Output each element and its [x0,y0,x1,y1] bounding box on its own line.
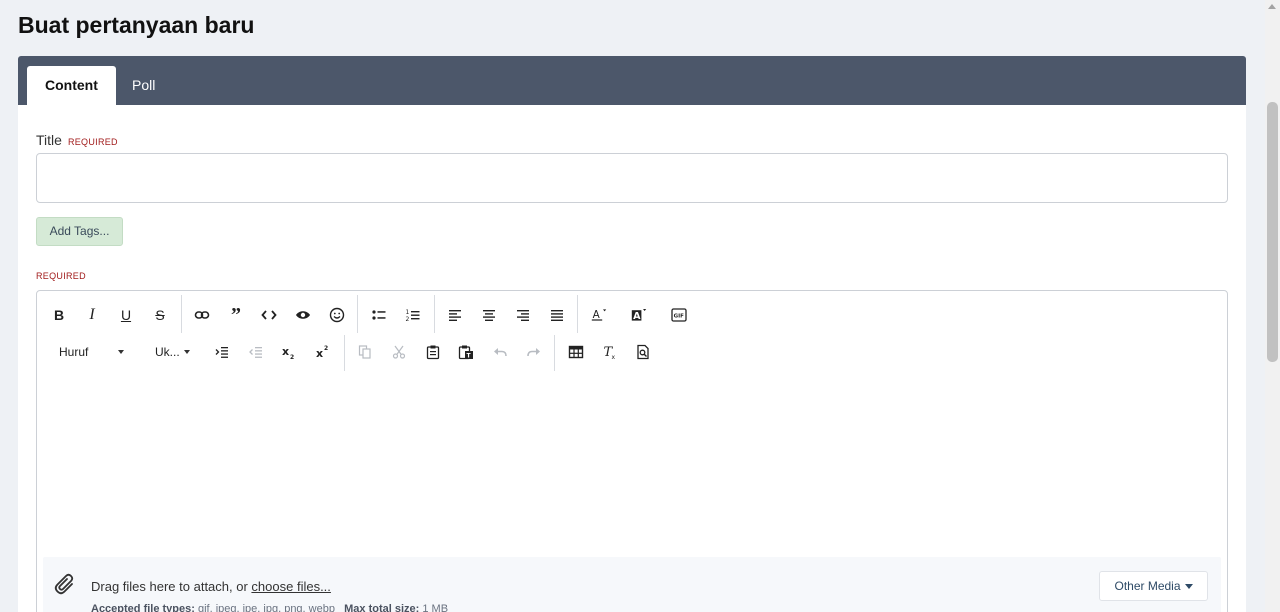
cut-icon[interactable] [386,339,412,365]
outdent-icon[interactable] [243,339,269,365]
attachment-dropzone[interactable]: Drag files here to attach, or choose fil… [43,557,1221,612]
toolbar-separator [181,295,182,333]
toolbar-separator [434,295,435,333]
font-family-label: Huruf [59,345,89,359]
toolbar-separator [344,335,345,371]
other-media-button[interactable]: Other Media [1099,571,1208,601]
preview-icon[interactable] [630,339,656,365]
max-size-label: Max total size: [344,603,420,612]
chevron-down-icon [118,350,125,354]
editor-required-badge: REQUIRED [36,271,86,281]
page-scrollbar[interactable] [1265,0,1280,612]
svg-text:1: 1 [406,309,410,316]
font-size-dropdown[interactable]: Uk... [155,345,190,359]
table-icon[interactable] [563,339,589,365]
svg-text:GIF: GIF [674,314,685,320]
blockquote-icon[interactable]: ” [223,302,249,328]
svg-text:2: 2 [290,354,294,360]
title-input[interactable] [36,153,1228,203]
svg-text:x: x [282,345,289,358]
page-title: Buat pertanyaan baru [18,12,255,38]
font-size-label: Uk... [155,345,180,359]
accepted-types-info: Accepted file types: gif, jpeg, jpe, jpg… [91,603,448,612]
align-left-icon[interactable] [442,302,468,328]
italic-icon[interactable]: I [79,302,105,328]
paperclip-icon [53,571,79,597]
align-center-icon[interactable] [476,302,502,328]
drag-text: Drag files here to attach, or [91,579,252,594]
svg-text:A: A [633,311,641,322]
emoji-icon[interactable] [324,302,350,328]
tab-poll[interactable]: Poll [114,66,173,105]
link-icon[interactable] [189,302,215,328]
justify-icon[interactable] [544,302,570,328]
copy-icon[interactable] [352,339,378,365]
underline-icon[interactable]: U [113,302,139,328]
bullet-list-icon[interactable] [366,302,392,328]
title-label-text: Title [36,132,62,148]
question-form-card: Content Poll Title REQUIRED Add Tags... R… [18,56,1246,612]
svg-text:2: 2 [324,345,328,352]
numbered-list-icon[interactable]: 12 [400,302,426,328]
clear-format-icon[interactable]: Tx [597,339,623,365]
chevron-down-icon [183,350,190,354]
max-size-value: 1 MB [419,603,449,612]
strikethrough-icon[interactable]: S [147,302,173,328]
svg-text:x: x [612,354,616,360]
accepted-types: gif, jpeg, jpe, jpg, png, webp [194,603,335,612]
svg-text:2: 2 [406,316,410,323]
scroll-up-arrow-icon[interactable] [1268,4,1276,9]
tab-bar: Content Poll [18,56,1246,105]
toolbar-separator [577,295,578,333]
svg-text:x: x [316,347,323,360]
add-tags-button[interactable]: Add Tags... [36,217,123,246]
superscript-icon[interactable]: x2 [310,339,336,365]
text-color-icon[interactable]: A [586,302,612,328]
caret-down-icon [1184,583,1193,589]
redo-icon[interactable] [521,339,547,365]
toolbar-separator [357,295,358,333]
bold-icon[interactable]: B [46,302,72,328]
align-right-icon[interactable] [510,302,536,328]
spoiler-eye-icon[interactable] [290,302,316,328]
other-media-label: Other Media [1114,579,1181,593]
required-badge: REQUIRED [67,137,118,147]
rich-text-editor[interactable]: B I U S ” 12 A A GIF Huruf Uk... x 2 x 2… [36,290,1228,612]
gif-icon[interactable]: GIF [666,302,692,328]
title-label: Title REQUIRED [36,132,118,148]
accepted-label: Accepted file types: [91,603,195,612]
undo-icon[interactable] [487,339,513,365]
dropzone-text: Drag files here to attach, or choose fil… [91,579,331,594]
paste-text-icon[interactable]: T [453,339,479,365]
subscript-icon[interactable]: x2 [276,339,302,365]
scroll-thumb[interactable] [1267,102,1278,362]
toolbar-separator [554,335,555,371]
indent-icon[interactable] [209,339,235,365]
code-icon[interactable] [256,302,282,328]
font-family-dropdown[interactable]: Huruf [59,345,125,359]
tab-content[interactable]: Content [27,66,116,105]
background-color-icon[interactable]: A [626,302,652,328]
choose-files-link[interactable]: choose files... [251,579,331,594]
paste-icon[interactable] [420,339,446,365]
